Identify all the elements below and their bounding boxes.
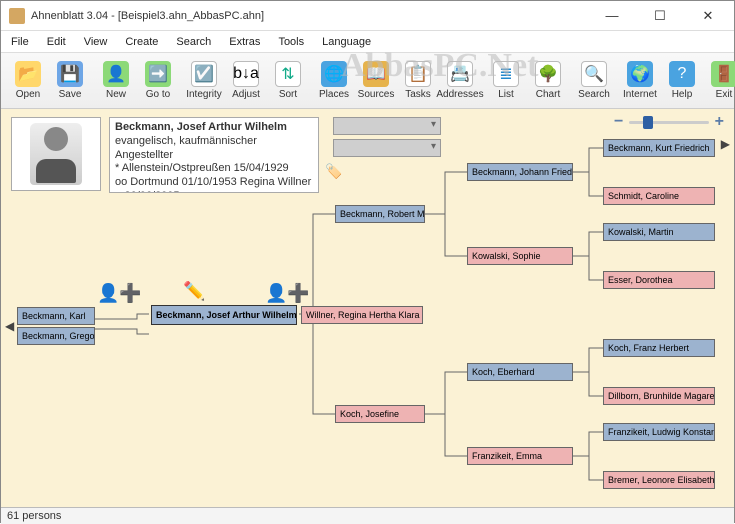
sort-icon: ⇅ xyxy=(275,61,301,87)
nav-right-icon[interactable]: ▶ xyxy=(721,137,730,151)
zoom-out-icon[interactable]: − xyxy=(614,113,623,131)
places-button[interactable]: 🌐Places xyxy=(313,56,355,106)
tree-canvas[interactable]: Beckmann, Josef Arthur Wilhelm evangelis… xyxy=(1,109,734,507)
adjust-icon: b↓a xyxy=(233,61,259,87)
nav-left-icon[interactable]: ◀ xyxy=(5,319,14,333)
central-person-node[interactable]: Beckmann, Josef Arthur Wilhelm xyxy=(151,305,297,325)
detail-line: evangelisch, kaufmännischer Angestellter xyxy=(115,135,313,163)
grandfather-node[interactable]: Beckmann, Johann Friedrich xyxy=(467,163,573,181)
ggparent-node[interactable]: Koch, Franz Herbert xyxy=(603,339,715,357)
dropdown-1[interactable] xyxy=(333,117,441,135)
goto-icon: ➡️ xyxy=(145,61,171,87)
list-icon: ≣ xyxy=(493,61,519,87)
new-button[interactable]: 👤New xyxy=(95,56,137,106)
chart-icon: 🌳 xyxy=(535,61,561,87)
zoom-track[interactable] xyxy=(629,121,708,124)
detail-line: oo Dortmund 01/10/1953 Regina Willner xyxy=(115,176,313,190)
tasks-icon: 📋 xyxy=(405,61,431,87)
zoom-slider[interactable]: − + xyxy=(614,115,724,129)
internet-icon: 🌍 xyxy=(627,61,653,87)
titlebar: Ahnenblatt 3.04 - [Beispiel3.ahn_AbbasPC… xyxy=(1,1,734,31)
detail-line: * Allenstein/Ostpreußen 15/04/1929 xyxy=(115,162,313,176)
dropdown-2[interactable] xyxy=(333,139,441,157)
menu-create[interactable]: Create xyxy=(121,34,162,50)
detail-name: Beckmann, Josef Arthur Wilhelm xyxy=(115,121,313,135)
save-button[interactable]: 💾Save xyxy=(49,56,91,106)
mother-node[interactable]: Koch, Josefine xyxy=(335,405,425,423)
sort-button[interactable]: ⇅Sort xyxy=(267,56,309,106)
tag-icon[interactable]: 🏷️ xyxy=(325,163,343,181)
ggparent-node[interactable]: Schmidt, Caroline xyxy=(603,187,715,205)
maximize-button[interactable]: ☐ xyxy=(642,3,678,29)
add-person-right-icon[interactable]: 👤➕ xyxy=(265,283,310,304)
exit-button[interactable]: 🚪Exit xyxy=(703,56,735,106)
checklist-icon: ☑️ xyxy=(191,61,217,87)
menu-language[interactable]: Language xyxy=(318,34,375,50)
grandfather-node[interactable]: Koch, Eberhard xyxy=(467,363,573,381)
ggparent-node[interactable]: Franzikeit, Ludwig Konstantin xyxy=(603,423,715,441)
zoom-in-icon[interactable]: + xyxy=(715,113,724,131)
exit-icon: 🚪 xyxy=(711,61,735,87)
globe-icon: 🌐 xyxy=(321,61,347,87)
list-button[interactable]: ≣List xyxy=(485,56,527,106)
book-icon: 📖 xyxy=(363,61,389,87)
status-text: 61 persons xyxy=(7,510,61,522)
address-icon: 📇 xyxy=(447,61,473,87)
ggparent-node[interactable]: Kowalski, Martin xyxy=(603,223,715,241)
ggparent-node[interactable]: Beckmann, Kurt Friedrich xyxy=(603,139,715,157)
sources-button[interactable]: 📖Sources xyxy=(355,56,397,106)
sibling-node[interactable]: Beckmann, Karl xyxy=(17,307,95,325)
grandmother-node[interactable]: Kowalski, Sophie xyxy=(467,247,573,265)
zoom-thumb[interactable] xyxy=(643,116,653,129)
father-node[interactable]: Beckmann, Robert Martin xyxy=(335,205,425,223)
addresses-button[interactable]: 📇Addresses xyxy=(439,56,481,106)
menu-edit[interactable]: Edit xyxy=(43,34,70,50)
save-icon: 💾 xyxy=(57,61,83,87)
person-detail-panel: Beckmann, Josef Arthur Wilhelm evangelis… xyxy=(109,117,319,193)
detail-line: + 30/06/2005 xyxy=(115,190,313,193)
add-person-left-icon[interactable]: 👤➕ xyxy=(97,283,142,304)
help-button[interactable]: ?Help xyxy=(661,56,703,106)
menu-extras[interactable]: Extras xyxy=(225,34,264,50)
help-icon: ? xyxy=(669,61,695,87)
adjust-button[interactable]: b↓aAdjust xyxy=(225,56,267,106)
folder-open-icon: 📂 xyxy=(15,61,41,87)
spouse-node[interactable]: Willner, Regina Hertha Klara xyxy=(301,306,423,324)
window-title: Ahnenblatt 3.04 - [Beispiel3.ahn_AbbasPC… xyxy=(31,10,594,22)
tasks-button[interactable]: 📋Tasks xyxy=(397,56,439,106)
menu-view[interactable]: View xyxy=(80,34,112,50)
sibling-node[interactable]: Beckmann, Gregor xyxy=(17,327,95,345)
internet-button[interactable]: 🌍Internet xyxy=(619,56,661,106)
goto-button[interactable]: ➡️Go to xyxy=(137,56,179,106)
menu-file[interactable]: File xyxy=(7,34,33,50)
minimize-button[interactable]: — xyxy=(594,3,630,29)
ggparent-node[interactable]: Bremer, Leonore Elisabeth xyxy=(603,471,715,489)
toolbar: AbbasPC.Net 📂Open 💾Save 👤New ➡️Go to ☑️I… xyxy=(1,53,734,109)
menu-search[interactable]: Search xyxy=(172,34,215,50)
edit-person-icon[interactable]: ✏️ xyxy=(183,281,205,302)
ggparent-node[interactable]: Esser, Dorothea xyxy=(603,271,715,289)
search-icon: 🔍 xyxy=(581,61,607,87)
person-photo[interactable] xyxy=(11,117,101,191)
integrity-button[interactable]: ☑️Integrity xyxy=(183,56,225,106)
chart-button[interactable]: 🌳Chart xyxy=(527,56,569,106)
close-button[interactable]: ✕ xyxy=(690,3,726,29)
menubar: File Edit View Create Search Extras Tool… xyxy=(1,31,734,53)
open-button[interactable]: 📂Open xyxy=(7,56,49,106)
person-add-icon: 👤 xyxy=(103,61,129,87)
menu-tools[interactable]: Tools xyxy=(274,34,308,50)
ggparent-node[interactable]: Dillborn, Brunhilde Magarethe xyxy=(603,387,715,405)
app-icon xyxy=(9,8,25,24)
search-button[interactable]: 🔍Search xyxy=(573,56,615,106)
status-bar: 61 persons xyxy=(1,507,734,524)
grandmother-node[interactable]: Franzikeit, Emma xyxy=(467,447,573,465)
